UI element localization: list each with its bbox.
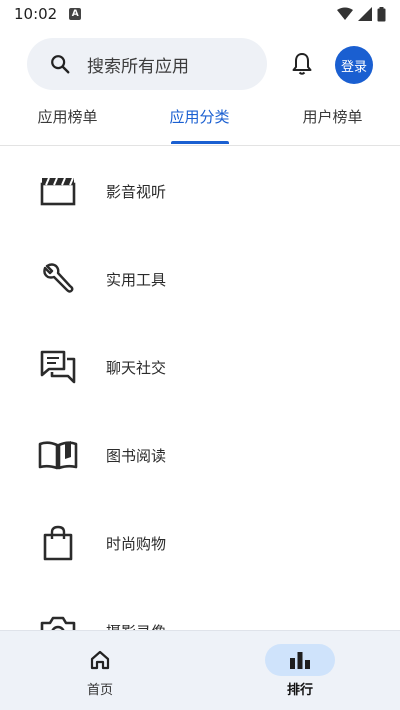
category-item-books[interactable]: 图书阅读 bbox=[0, 411, 400, 499]
home-icon bbox=[90, 650, 110, 670]
category-item-shopping[interactable]: 时尚购物 bbox=[0, 499, 400, 587]
bottom-navigation: 首页 排行 bbox=[0, 630, 400, 710]
category-label: 聊天社交 bbox=[106, 358, 167, 377]
status-time: 10:02 bbox=[14, 5, 58, 23]
category-label: 影音视听 bbox=[106, 182, 167, 201]
category-label: 图书阅读 bbox=[106, 446, 167, 465]
category-item-tools[interactable]: 实用工具 bbox=[0, 235, 400, 323]
battery-icon bbox=[377, 6, 386, 21]
clapperboard-icon bbox=[38, 171, 78, 211]
book-icon bbox=[38, 435, 78, 475]
wifi-icon bbox=[337, 7, 353, 20]
nav-home[interactable]: 首页 bbox=[0, 631, 200, 710]
tab-user-ranking[interactable]: 用户榜单 bbox=[285, 106, 380, 127]
nav-ranking[interactable]: 排行 bbox=[200, 631, 400, 710]
nav-home-label: 首页 bbox=[86, 683, 113, 698]
camera-icon bbox=[38, 611, 78, 630]
search-placeholder: 搜索所有应用 bbox=[87, 56, 189, 77]
category-item-photo[interactable]: 摄影录像 bbox=[0, 587, 400, 630]
category-item-social[interactable]: 聊天社交 bbox=[0, 323, 400, 411]
notification-bell-button[interactable] bbox=[288, 50, 316, 78]
login-button[interactable]: 登录 bbox=[335, 46, 373, 84]
search-icon bbox=[51, 55, 70, 74]
wrench-icon bbox=[38, 259, 78, 299]
category-label: 摄影录像 bbox=[106, 621, 166, 631]
bar-chart-icon bbox=[290, 652, 310, 669]
category-list: 影音视听 实用工具 聊天社交 图书阅读 时尚购物 bbox=[0, 147, 400, 630]
tab-indicator bbox=[171, 141, 229, 144]
notification-icon: A bbox=[69, 8, 82, 20]
status-icons bbox=[337, 6, 386, 22]
shopping-bag-icon bbox=[38, 523, 78, 563]
tab-bar: 应用榜单 应用分类 用户榜单 bbox=[0, 100, 400, 146]
category-item-video[interactable]: 影音视听 bbox=[0, 147, 400, 235]
tab-app-ranking[interactable]: 应用榜单 bbox=[20, 106, 115, 127]
nav-home-icon-container bbox=[65, 644, 135, 676]
signal-icon bbox=[358, 7, 372, 21]
bell-icon bbox=[292, 53, 312, 75]
tab-app-categories[interactable]: 应用分类 bbox=[152, 106, 247, 127]
status-bar: 10:02 A bbox=[0, 0, 400, 28]
nav-ranking-icon-container bbox=[265, 644, 335, 676]
search-bar[interactable]: 搜索所有应用 bbox=[27, 38, 267, 90]
chat-icon bbox=[38, 347, 78, 387]
nav-ranking-label: 排行 bbox=[286, 683, 313, 698]
category-label: 实用工具 bbox=[106, 270, 167, 289]
category-label: 时尚购物 bbox=[106, 534, 167, 553]
